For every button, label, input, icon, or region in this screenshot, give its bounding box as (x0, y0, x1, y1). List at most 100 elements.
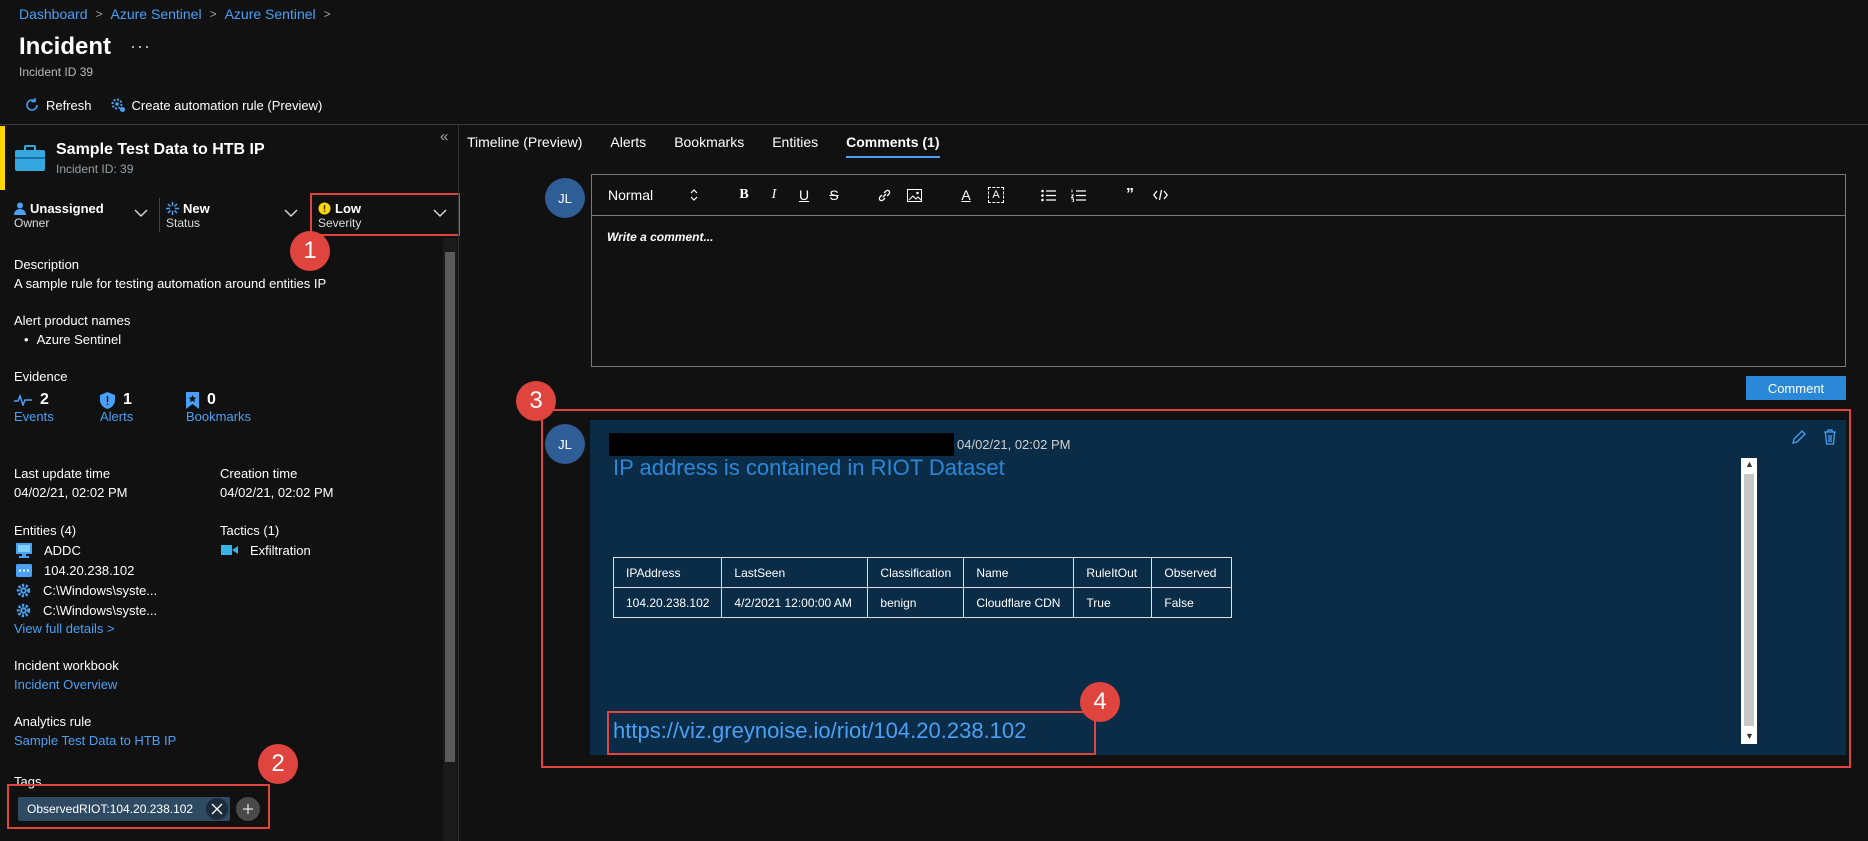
text-format-value: Normal (608, 187, 654, 203)
last-update-label: Last update time (14, 466, 111, 481)
exfiltration-icon (221, 545, 238, 555)
refresh-label: Refresh (46, 97, 92, 113)
chevron-down-icon (284, 209, 298, 217)
underline-icon[interactable]: U (796, 187, 812, 203)
breadcrumb: Dashboard > Azure Sentinel > Azure Senti… (19, 6, 331, 22)
numbered-list-icon[interactable] (1070, 187, 1086, 203)
evidence-bookmarks[interactable]: 0 Bookmarks (186, 391, 251, 424)
panel-scroll-thumb[interactable] (445, 252, 455, 762)
tab-comments[interactable]: Comments (1) (846, 134, 940, 158)
breadcrumb-dashboard[interactable]: Dashboard (19, 6, 88, 22)
tab-entities[interactable]: Entities (772, 134, 818, 158)
tab-timeline[interactable]: Timeline (Preview) (467, 134, 582, 158)
evidence-alerts[interactable]: 1 Alerts (100, 391, 133, 424)
entities-list: ADDC 104.20.238.102 C:\Windows\syste... … (16, 540, 157, 620)
italic-icon[interactable]: I (766, 187, 782, 203)
link-icon[interactable] (876, 187, 892, 203)
bullet-icon: • (24, 332, 29, 347)
last-update-value: 04/02/21, 02:02 PM (14, 485, 128, 500)
highlight-color-icon[interactable]: A (988, 187, 1004, 203)
creation-time-value: 04/02/21, 02:02 PM (220, 485, 334, 500)
entity-item[interactable]: 104.20.238.102 (16, 560, 157, 580)
quote-icon[interactable]: ” (1122, 186, 1138, 203)
severity-accent-bar (0, 126, 5, 190)
chevron-right-icon: > (209, 7, 217, 21)
evidence-events[interactable]: 2 Events (14, 391, 54, 424)
process-gear-icon (16, 583, 31, 597)
tactic-name: Exfiltration (250, 542, 311, 558)
bookmarks-count: 0 (207, 391, 216, 408)
briefcase-icon (15, 145, 45, 171)
view-full-details-link[interactable]: View full details > (14, 621, 115, 636)
automation-gear-icon (111, 98, 125, 112)
up-down-chevron-icon (690, 189, 698, 201)
tab-bookmarks[interactable]: Bookmarks (674, 134, 744, 158)
avatar: JL (545, 178, 585, 218)
strikethrough-icon[interactable]: S (826, 187, 842, 203)
entities-label: Entities (4) (14, 523, 77, 538)
analytics-rule-label: Analytics rule (14, 714, 92, 729)
entity-name: C:\Windows\syste... (43, 582, 158, 598)
description-text: A sample rule for testing automation aro… (14, 276, 327, 291)
analytics-rule-link[interactable]: Sample Test Data to HTB IP (14, 733, 176, 748)
owner-label: Owner (14, 216, 50, 230)
evidence-label: Evidence (14, 369, 68, 384)
text-format-select[interactable]: Normal (608, 187, 698, 203)
alerts-count: 1 (123, 391, 132, 408)
breadcrumb-sentinel-2[interactable]: Azure Sentinel (225, 6, 316, 22)
editor-toolbar: Normal B I U S A A ” (592, 175, 1845, 216)
annotation-badge-3: 3 (516, 381, 556, 421)
alert-product-item: • Azure Sentinel (24, 332, 121, 347)
annotation-badge-4: 4 (1080, 682, 1120, 722)
breadcrumb-sentinel-1[interactable]: Azure Sentinel (111, 6, 202, 22)
owner-dropdown[interactable]: Unassigned Owner (14, 196, 154, 235)
refresh-icon (26, 98, 38, 111)
entity-name: 104.20.238.102 (44, 562, 135, 578)
tactics-label: Tactics (1) (220, 523, 280, 538)
severity-highlight-box (310, 193, 460, 236)
font-color-icon[interactable]: A (958, 187, 974, 203)
page-subtitle: Incident ID 39 (19, 65, 94, 79)
tab-alerts[interactable]: Alerts (610, 134, 646, 158)
incident-workbook-link[interactable]: Incident Overview (14, 677, 117, 692)
refresh-button[interactable]: Refresh (24, 97, 92, 113)
tags-highlight-box (7, 784, 270, 829)
link-highlight-box (607, 711, 1096, 755)
more-options-button[interactable]: ··· (130, 36, 151, 57)
annotation-badge-1: 1 (290, 231, 330, 271)
entity-item[interactable]: C:\Windows\syste... (16, 600, 157, 620)
comment-editor: Normal B I U S A A ” Write a comment... (591, 174, 1846, 367)
divider (159, 198, 160, 232)
bold-icon[interactable]: B (736, 187, 752, 203)
shield-icon (100, 391, 115, 409)
panel-divider (458, 125, 459, 841)
collapse-panel-button[interactable]: « (440, 128, 448, 145)
comment-input[interactable]: Write a comment... (592, 216, 1845, 258)
workbook-label: Incident workbook (14, 658, 119, 673)
chevron-right-icon: > (323, 7, 331, 21)
pulse-icon (14, 394, 32, 406)
bookmarks-link: Bookmarks (186, 409, 252, 424)
bookmark-icon (186, 391, 199, 409)
alert-product-name: Azure Sentinel (36, 332, 122, 347)
status-new-icon (166, 202, 179, 215)
alert-products-label: Alert product names (14, 313, 131, 328)
entity-item[interactable]: C:\Windows\syste... (16, 580, 157, 600)
owner-value: Unassigned (30, 201, 104, 216)
comment-submit-button[interactable]: Comment (1746, 376, 1846, 400)
image-icon[interactable] (906, 187, 922, 203)
incident-title: Sample Test Data to HTB IP (56, 141, 265, 158)
code-block-icon[interactable] (1152, 187, 1168, 203)
bullet-list-icon[interactable] (1040, 187, 1056, 203)
events-count: 2 (40, 391, 49, 408)
ip-address-icon (16, 563, 32, 577)
create-automation-rule-button[interactable]: Create automation rule (Preview) (110, 97, 322, 113)
alerts-link: Alerts (100, 409, 134, 424)
incident-id: Incident ID: 39 (56, 162, 134, 176)
status-dropdown[interactable]: New Status (166, 196, 304, 235)
chevron-down-icon (134, 209, 148, 217)
events-link: Events (14, 409, 54, 424)
chevron-right-icon: > (95, 7, 103, 21)
toolbar: Refresh Create automation rule (Preview) (24, 97, 322, 113)
entity-item[interactable]: ADDC (16, 540, 157, 560)
